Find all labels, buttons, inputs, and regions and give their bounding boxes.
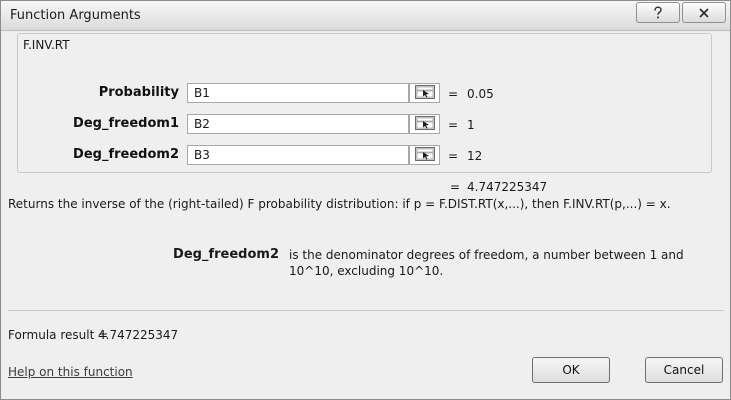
- dialog-title: Function Arguments: [10, 8, 141, 23]
- function-description: Returns the inverse of the (right-tailed…: [8, 197, 671, 211]
- cancel-button[interactable]: Cancel: [645, 357, 723, 383]
- arg-label-deg-freedom1: Deg_freedom1: [73, 116, 179, 131]
- question-mark-icon: [652, 5, 664, 20]
- arg-equals-3: =: [448, 149, 459, 163]
- param-description: is the denominator degrees of freedom, a…: [289, 248, 684, 278]
- arg-label-probability: Probability: [98, 85, 179, 100]
- result-equals: =: [450, 180, 461, 194]
- help-on-function-link[interactable]: Help on this function: [8, 365, 133, 379]
- ok-button[interactable]: OK: [532, 357, 610, 383]
- deg-freedom1-ref-button[interactable]: [409, 114, 440, 134]
- deg-freedom2-input[interactable]: [187, 145, 409, 165]
- title-bar[interactable]: Function Arguments: [1, 1, 730, 31]
- function-arguments-dialog: Function Arguments F.INV.RT Probability: [0, 0, 731, 400]
- collapse-dialog-icon: [414, 146, 435, 164]
- deg-freedom2-ref-button[interactable]: [409, 145, 440, 165]
- arg-equals-1: =: [448, 87, 459, 101]
- function-name: F.INV.RT: [21, 38, 72, 52]
- param-name: Deg_freedom2: [173, 247, 279, 262]
- function-result-value: 4.747225347: [467, 180, 548, 194]
- separator: [8, 310, 724, 311]
- help-button[interactable]: [636, 2, 680, 23]
- probability-ref-button[interactable]: [409, 83, 440, 103]
- collapse-dialog-icon: [414, 115, 435, 133]
- arg-value-deg-freedom2: 12: [467, 149, 483, 163]
- probability-input[interactable]: [187, 83, 409, 103]
- deg-freedom1-input[interactable]: [187, 114, 409, 134]
- arg-value-probability: 0.05: [467, 87, 494, 101]
- close-button[interactable]: [682, 2, 726, 23]
- arg-value-deg-freedom1: 1: [467, 118, 475, 132]
- collapse-dialog-icon: [414, 84, 435, 102]
- formula-result-label: Formula result =: [8, 328, 109, 342]
- formula-result-value: 4.747225347: [98, 328, 179, 342]
- close-x-icon: [698, 7, 710, 19]
- arg-equals-2: =: [448, 118, 459, 132]
- arg-label-deg-freedom2: Deg_freedom2: [73, 147, 179, 162]
